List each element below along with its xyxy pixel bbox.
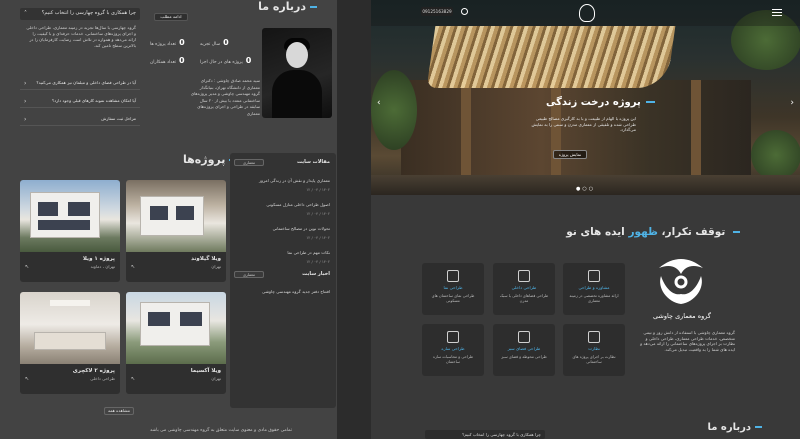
service-card[interactable]: طراحی فضای سبز طراحی محوطه و فضای سبز	[493, 324, 555, 376]
project-image	[20, 180, 120, 252]
blog-date: ۱۴۰۲ / ۰۴ / ۱۲	[306, 187, 330, 192]
service-card[interactable]: طراحی سازه طراحی و محاسبات سازه ساختمان	[422, 324, 484, 376]
faq-question-4[interactable]: ‹ مراحل ثبت سفارش	[20, 114, 140, 126]
blog-item[interactable]: تحولات نوین در مصالح ساختمانی	[240, 226, 330, 231]
faq-question-preview[interactable]: چرا همکاری با گروه چهارسی را انتخاب کنیم…	[425, 430, 545, 439]
chevron-left-icon: ‹	[24, 116, 27, 123]
slogan: توقف تکرار، ظهور ایده های نو	[566, 226, 740, 238]
project-card[interactable]: پروژه ۲ لاکچری طراحی داخلی ↖	[20, 292, 120, 394]
chevron-left-icon: ‹	[24, 98, 27, 105]
arrow-up-left-icon[interactable]: ↖	[25, 376, 29, 382]
interior-icon	[518, 270, 530, 282]
blog-date: ۱۴۰۲ / ۰۴ / ۱۲	[306, 211, 330, 216]
project-name: پروژه ۱ ویلا	[82, 256, 115, 262]
service-card[interactable]: نظارت نظارت بر اجرای پروژه های ساختمانی	[563, 324, 625, 376]
hero-button[interactable]: نمایش پروژه	[553, 150, 587, 159]
project-card[interactable]: ویلا آکسیما تهران ↖	[126, 292, 226, 394]
hamburger-menu-icon[interactable]	[772, 9, 782, 16]
blog-sidebar: معماری مقالات سایت معماری پایدار و نقش آ…	[230, 153, 336, 408]
page-divider	[337, 0, 371, 439]
project-location: تهران	[211, 264, 221, 269]
founder-portrait	[262, 28, 332, 118]
service-card[interactable]: طراحی داخلی طراحی فضاهای داخلی با سبک مد…	[493, 263, 555, 315]
project-image	[20, 292, 120, 364]
projects-title: پروژه‌ها	[183, 153, 236, 166]
blog-title: مقالات سایت	[296, 159, 330, 165]
about-title-bottom: درباره ما	[708, 422, 763, 433]
stat-ongoing: 0پروژه های در حال اجرا	[200, 56, 252, 65]
project-card[interactable]: ویلا گیلاوند تهران ↖	[126, 180, 226, 282]
faq-open-answer: گروه چهارسی با سال‌ها تجربه در زمینه معم…	[26, 25, 136, 48]
project-card[interactable]: پروژه ۱ ویلا تهران ، دماوند ↖	[20, 180, 120, 282]
stat-projects: 0تعداد پروژه ها	[150, 38, 185, 47]
landscape-icon	[518, 331, 530, 343]
founder-bio: سید محمد صادق چاوشی : دکترای معماری از د…	[190, 78, 260, 116]
hero-canopy	[426, 26, 676, 88]
chevron-up-icon: ˄	[24, 10, 27, 17]
slider-prev-icon[interactable]: ‹	[377, 98, 381, 108]
faq-question-3[interactable]: ‹ آیا امکان مشاهده نمونه کارهای قبلی وجو…	[20, 96, 140, 108]
brand-description: گروه معماری چاوشی با استفاده از دانش روز…	[640, 330, 735, 352]
news-item[interactable]: افتتاح دفتر جدید گروه مهندسی چاوشی	[240, 289, 330, 294]
right-page: 09125163829 ‹ › پروژه درخت زندگی این پرو…	[371, 0, 800, 439]
about-more-button[interactable]: ادامه مطلب	[154, 13, 188, 21]
service-card[interactable]: مشاوره و طراحی ارائه مشاوره تخصصی در زمی…	[563, 263, 625, 315]
hero-description: این پروژه با الهام از طبیعت و با به کارگ…	[531, 116, 637, 132]
service-card[interactable]: طراحی نما طراحی نمای ساختمان های مسکونی	[422, 263, 484, 315]
blog-item[interactable]: معماری پایدار و نقش آن در زندگی امروز	[240, 178, 330, 183]
structure-icon	[447, 331, 459, 343]
hero-title: پروژه درخت زندگی	[546, 97, 655, 108]
logo-icon[interactable]	[579, 4, 595, 22]
slider-next-icon[interactable]: ›	[790, 98, 794, 108]
slider-dots[interactable]: ●○○	[576, 186, 595, 192]
top-nav: 09125163829	[371, 0, 800, 26]
stat-partners: 0تعداد همکاران	[150, 56, 185, 65]
left-page: ˄ چرا همکاری با گروه چهارسی را انتخاب کن…	[0, 0, 337, 439]
brand-name: گروه معماری چاوشی	[653, 312, 711, 320]
project-image	[126, 292, 226, 364]
hero-slider: 09125163829 ‹ › پروژه درخت زندگی این پرو…	[371, 0, 800, 195]
about-title: درباره ما	[258, 0, 317, 13]
brand-logo-icon	[659, 259, 703, 304]
project-name: ویلا آکسیما	[190, 368, 221, 374]
project-location: طراحی داخلی	[90, 376, 115, 381]
projects-all-button[interactable]: مشاهده همه	[104, 407, 134, 415]
arrow-up-left-icon[interactable]: ↖	[25, 264, 29, 270]
phone-number[interactable]: 09125163829	[421, 7, 453, 16]
project-name: پروژه ۲ لاکچری	[72, 368, 115, 374]
screenshot-stage: ˄ چرا همکاری با گروه چهارسی را انتخاب کن…	[0, 0, 800, 439]
news-title: اخبار سایت	[302, 271, 330, 277]
project-location: تهران ، دماوند	[90, 264, 115, 269]
copyright: تمامی حقوق مادی و معنوی سایت متعلق به گر…	[150, 428, 292, 433]
faq-open-question[interactable]: ˄ چرا همکاری با گروه چهارسی را انتخاب کن…	[20, 8, 140, 20]
news-tag[interactable]: معماری	[234, 271, 264, 278]
faq-question-2[interactable]: ‹ آیا در طراحی فضای داخلی و مبلمان نیز ه…	[20, 78, 140, 90]
facade-icon	[447, 270, 459, 282]
blog-date: ۱۴۰۲ / ۰۴ / ۱۲	[306, 235, 330, 240]
blog-item[interactable]: نکات مهم در طراحی نما	[240, 250, 330, 255]
supervision-icon	[588, 331, 600, 343]
blog-tag[interactable]: معماری	[234, 159, 264, 166]
arrow-up-left-icon[interactable]: ↖	[131, 376, 135, 382]
project-name: ویلا گیلاوند	[191, 256, 221, 262]
arrow-up-left-icon[interactable]: ↖	[131, 264, 135, 270]
project-location: تهران	[211, 376, 221, 381]
consulting-icon	[588, 270, 600, 282]
chevron-left-icon: ‹	[24, 80, 27, 87]
project-image	[126, 180, 226, 252]
search-icon[interactable]	[461, 8, 468, 15]
stat-experience: 0سال تجربه	[200, 38, 229, 47]
blog-item[interactable]: اصول طراحی داخلی منازل مسکونی	[240, 202, 330, 207]
blog-date: ۱۴۰۲ / ۰۴ / ۱۲	[306, 259, 330, 264]
